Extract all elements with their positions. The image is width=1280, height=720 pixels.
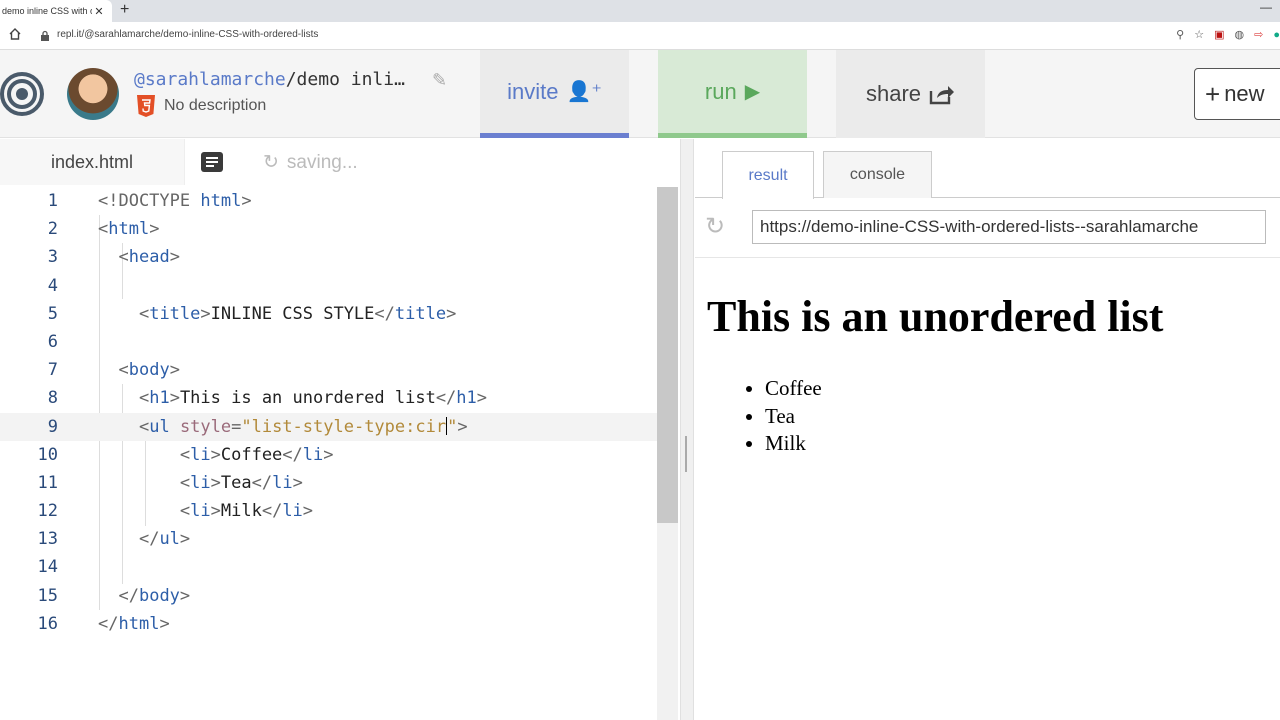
code-line[interactable]: 15 </body> bbox=[0, 582, 658, 610]
line-number: 7 bbox=[47, 360, 58, 381]
edit-pencil-icon[interactable]: ✎ bbox=[432, 70, 447, 91]
share-label: share bbox=[865, 81, 922, 106]
line-number: 5 bbox=[47, 303, 58, 324]
line-number: 9 bbox=[47, 416, 58, 437]
play-icon: ▶ bbox=[744, 81, 761, 103]
line-number: 6 bbox=[47, 331, 58, 352]
save-status-label: saving... bbox=[286, 151, 358, 173]
new-tab-icon[interactable]: + bbox=[120, 1, 129, 19]
divider bbox=[695, 257, 1280, 258]
home-icon[interactable] bbox=[8, 27, 22, 41]
result-url-field[interactable]: https://demo-inline-CSS-with-ordered-lis… bbox=[752, 210, 1266, 244]
code-line[interactable]: 8 <h1>This is an unordered list</h1> bbox=[0, 384, 658, 412]
username-link[interactable]: @sarahlamarche bbox=[134, 69, 286, 90]
close-icon[interactable]: ✕ bbox=[92, 5, 106, 18]
code-line[interactable]: 4 bbox=[0, 272, 658, 300]
minimize-icon[interactable]: — bbox=[1260, 0, 1272, 14]
zoom-icon[interactable]: ⚲ bbox=[1176, 28, 1184, 41]
line-number: 12 bbox=[37, 501, 58, 522]
code-area[interactable]: 1 <!DOCTYPE html> 2 <html> 3 <head> 4 5 <t… bbox=[0, 187, 658, 638]
run-label: run bbox=[704, 78, 737, 104]
pdf-extension-icon[interactable]: ▣ bbox=[1214, 28, 1224, 41]
line-number: 11 bbox=[37, 472, 58, 493]
avatar[interactable] bbox=[67, 68, 119, 120]
browser-tab[interactable]: demo inline CSS with ordered lists ✕ bbox=[0, 0, 112, 22]
line-number: 8 bbox=[47, 388, 58, 409]
history-icon[interactable]: ↻ bbox=[263, 151, 279, 174]
tab-console[interactable]: console bbox=[823, 151, 932, 198]
address-bar-icons: ⚲ ☆ ▣ ◍ ⇨ ● bbox=[1176, 28, 1280, 42]
new-repl-button[interactable]: + new bbox=[1194, 68, 1280, 120]
browser-tab-bar: demo inline CSS with ordered lists ✕ + — bbox=[0, 0, 1280, 22]
code-line[interactable]: 10 <li>Coffee</li> bbox=[0, 441, 658, 469]
code-line[interactable]: 5 <title>INLINE CSS STYLE</title> bbox=[0, 300, 658, 328]
code-line[interactable]: 12 <li>Milk</li> bbox=[0, 497, 658, 525]
lock-icon bbox=[41, 30, 49, 41]
result-tabs: result console bbox=[695, 139, 1280, 199]
new-label: new bbox=[1224, 81, 1265, 106]
repl-name: /demo inli… bbox=[285, 69, 405, 90]
star-icon[interactable]: ☆ bbox=[1194, 28, 1204, 41]
code-line-active[interactable]: 9 <ul style="list-style-type:cir"> bbox=[0, 412, 658, 441]
list-item: Tea bbox=[765, 404, 822, 432]
replit-logo-icon[interactable] bbox=[0, 70, 48, 118]
url-field[interactable]: repl.it/@sarahlamarche/demo-inline-CSS-w… bbox=[57, 29, 318, 40]
code-line[interactable]: 7 <body> bbox=[0, 356, 658, 384]
extension-icon[interactable]: ⇨ bbox=[1254, 28, 1263, 41]
invite-button[interactable]: invite 👤⁺ bbox=[480, 50, 629, 138]
extension-icon[interactable]: ◍ bbox=[1235, 28, 1245, 41]
code-line[interactable]: 1 <!DOCTYPE html> bbox=[0, 187, 658, 215]
page-heading: This is an unordered list bbox=[707, 292, 1164, 341]
line-number: 16 bbox=[37, 613, 58, 634]
code-line[interactable]: 14 bbox=[0, 553, 658, 581]
pane-divider[interactable] bbox=[680, 139, 694, 720]
page-list: Coffee Tea Milk bbox=[745, 376, 822, 459]
repl-title[interactable]: @sarahlamarche/demo inli… bbox=[134, 69, 405, 90]
add-user-icon: 👤⁺ bbox=[566, 81, 602, 103]
line-number: 10 bbox=[37, 444, 58, 465]
pane-resize-handle[interactable] bbox=[685, 436, 687, 472]
code-line[interactable]: 16 </html> bbox=[0, 610, 658, 638]
line-number: 14 bbox=[37, 557, 58, 578]
line-number: 4 bbox=[47, 275, 58, 296]
list-item: Coffee bbox=[765, 376, 822, 404]
code-line[interactable]: 3 <head> bbox=[0, 243, 658, 271]
file-tab-index-html[interactable]: index.html bbox=[0, 139, 185, 185]
editor-scrollbar-thumb[interactable] bbox=[657, 187, 678, 523]
line-number: 2 bbox=[47, 219, 58, 240]
tab-result[interactable]: result bbox=[722, 151, 814, 199]
result-pane: result console ↻ https://demo-inline-CSS… bbox=[695, 139, 1280, 720]
invite-label: invite bbox=[507, 78, 559, 104]
repl-description[interactable]: No description bbox=[164, 97, 266, 115]
html5-icon bbox=[137, 95, 155, 117]
share-icon bbox=[929, 86, 955, 105]
line-number: 1 bbox=[47, 191, 58, 211]
code-line[interactable]: 6 bbox=[0, 328, 658, 356]
line-number: 13 bbox=[37, 529, 58, 550]
plus-icon: + bbox=[1205, 78, 1221, 109]
run-button[interactable]: run ▶ bbox=[658, 50, 807, 138]
line-number: 3 bbox=[47, 247, 58, 268]
extension-icon[interactable]: ● bbox=[1273, 29, 1280, 41]
share-button[interactable]: share bbox=[836, 50, 985, 138]
line-number: 15 bbox=[37, 585, 58, 606]
code-editor-pane: index.html ↻ saving... 1 <!DOCTYPE html> … bbox=[0, 139, 680, 720]
format-icon[interactable] bbox=[201, 152, 223, 172]
code-line[interactable]: 2 <html> bbox=[0, 215, 658, 243]
save-status: ↻ saving... bbox=[263, 151, 358, 174]
reload-icon[interactable]: ↻ bbox=[705, 212, 725, 241]
address-bar: repl.it/@sarahlamarche/demo-inline-CSS-w… bbox=[0, 22, 1280, 50]
list-item: Milk bbox=[765, 431, 822, 459]
code-line[interactable]: 11 <li>Tea</li> bbox=[0, 469, 658, 497]
code-line[interactable]: 13 </ul> bbox=[0, 525, 658, 553]
browser-tab-title: demo inline CSS with ordered lists bbox=[2, 6, 92, 16]
repl-header: @sarahlamarche/demo inli… ✎ No descripti… bbox=[0, 50, 1280, 138]
